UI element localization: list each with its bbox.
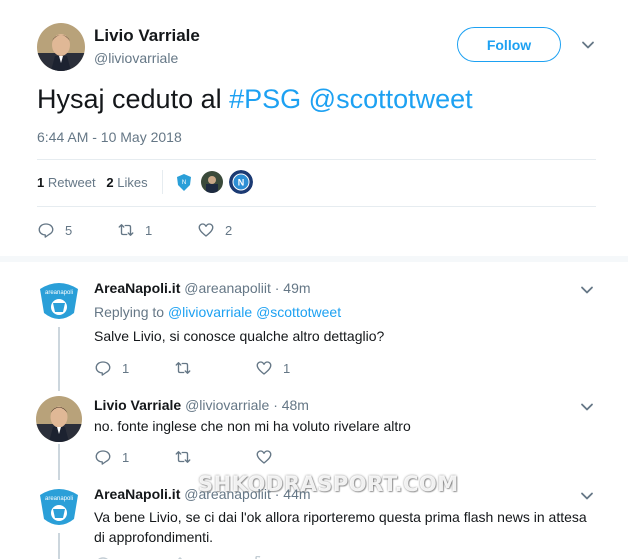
liker-avatar[interactable] — [201, 171, 223, 193]
reply-actions-partial — [94, 551, 394, 559]
heart-icon — [256, 361, 272, 375]
follow-button[interactable]: Follow — [457, 27, 561, 62]
chevron-down-icon[interactable] — [579, 282, 595, 303]
retweet-icon — [175, 451, 191, 463]
author-handle[interactable]: @liviovarriale — [94, 50, 178, 66]
reply-author-handle[interactable]: @areanapoliit — [184, 280, 271, 296]
reply-time[interactable]: · 44m — [275, 486, 311, 502]
retweet-action[interactable] — [174, 359, 202, 377]
reply-text: Salve Livio, si conosce qualche altro de… — [94, 328, 385, 344]
retweet-icon — [118, 224, 134, 236]
heart-icon — [198, 223, 214, 237]
divider — [37, 206, 596, 207]
tweet-timestamp[interactable]: 6:44 AM - 10 May 2018 — [37, 129, 182, 145]
hashtag-link[interactable]: #PSG — [229, 84, 301, 114]
stats-separator — [162, 170, 163, 194]
retweet-action[interactable]: 1 — [117, 221, 152, 239]
reply-action[interactable]: 5 — [37, 221, 72, 239]
reply-author-name[interactable]: Livio Varriale — [94, 397, 181, 413]
tweet-text: Hysaj ceduto al #PSG @scottotweet — [37, 84, 473, 115]
reply-action[interactable]: 1 — [94, 359, 129, 377]
replying-to: Replying to @liviovarriale @scottotweet — [94, 304, 342, 320]
reply-author-handle[interactable]: @areanapoliit — [184, 486, 271, 502]
reply-author-name[interactable]: AreaNapoli.it — [94, 486, 180, 502]
reply-author-name[interactable]: AreaNapoli.it — [94, 280, 180, 296]
liker-avatar[interactable]: N — [229, 170, 253, 194]
divider — [37, 159, 596, 160]
thread-line — [58, 533, 60, 559]
like-stat[interactable]: 2 Likes — [106, 175, 147, 190]
reply-avatar[interactable] — [36, 396, 82, 442]
reply-avatar[interactable]: areanapoli — [36, 485, 82, 531]
like-action[interactable]: 1 — [255, 359, 290, 377]
chevron-down-icon[interactable] — [579, 488, 595, 509]
reply-header: AreaNapoli.it @areanapoliit · 44m — [94, 486, 311, 502]
thread-line — [58, 444, 60, 480]
mention-link[interactable]: @liviovarriale — [168, 304, 252, 320]
chevron-down-icon[interactable] — [579, 399, 595, 420]
author-avatar[interactable] — [37, 23, 85, 71]
reply-text-line: di approfondimenti. — [94, 529, 214, 545]
reply-time[interactable]: · 49m — [275, 280, 311, 296]
heart-icon — [256, 450, 272, 464]
svg-text:areanapoli: areanapoli — [45, 290, 73, 296]
reply-text: no. fonte inglese che non mi ha voluto r… — [94, 418, 411, 434]
reply-header: Livio Varriale @liviovarriale · 48m — [94, 397, 309, 413]
svg-text:N: N — [182, 180, 186, 186]
reply-icon — [95, 450, 111, 465]
retweet-action[interactable] — [174, 448, 202, 466]
reply-icon — [38, 223, 54, 238]
mention-link[interactable]: @scottotweet — [256, 304, 341, 320]
author-name[interactable]: Livio Varriale — [94, 26, 200, 46]
reply-author-handle[interactable]: @liviovarriale — [185, 397, 269, 413]
reply-avatar[interactable]: areanapoli — [36, 279, 82, 325]
reply-header: AreaNapoli.it @areanapoliit · 49m — [94, 280, 311, 296]
like-action[interactable] — [255, 448, 283, 466]
svg-text:areanapoli: areanapoli — [45, 496, 73, 502]
reply-icon — [95, 361, 111, 376]
chevron-down-icon[interactable] — [580, 37, 596, 58]
reply-text: Va bene Livio, se ci dai l'ok allora rip… — [94, 507, 587, 547]
mention-link[interactable]: @scottotweet — [309, 84, 473, 114]
thread-line — [58, 327, 60, 391]
like-action[interactable]: 2 — [197, 221, 232, 239]
reply-text-line: Va bene Livio, se ci dai l'ok allora rip… — [94, 509, 587, 525]
retweet-icon — [175, 362, 191, 374]
retweet-stat[interactable]: 1 Retweet — [37, 175, 96, 190]
tweet-stats: 1 Retweet 2 Likes — [37, 175, 148, 190]
reply-time[interactable]: · 48m — [273, 397, 309, 413]
tweet-text-plain: Hysaj ceduto al — [37, 84, 230, 114]
svg-text:N: N — [238, 178, 245, 188]
reply-action[interactable]: 1 — [94, 448, 129, 466]
liker-avatar[interactable]: N — [173, 171, 195, 193]
section-separator — [0, 256, 628, 262]
